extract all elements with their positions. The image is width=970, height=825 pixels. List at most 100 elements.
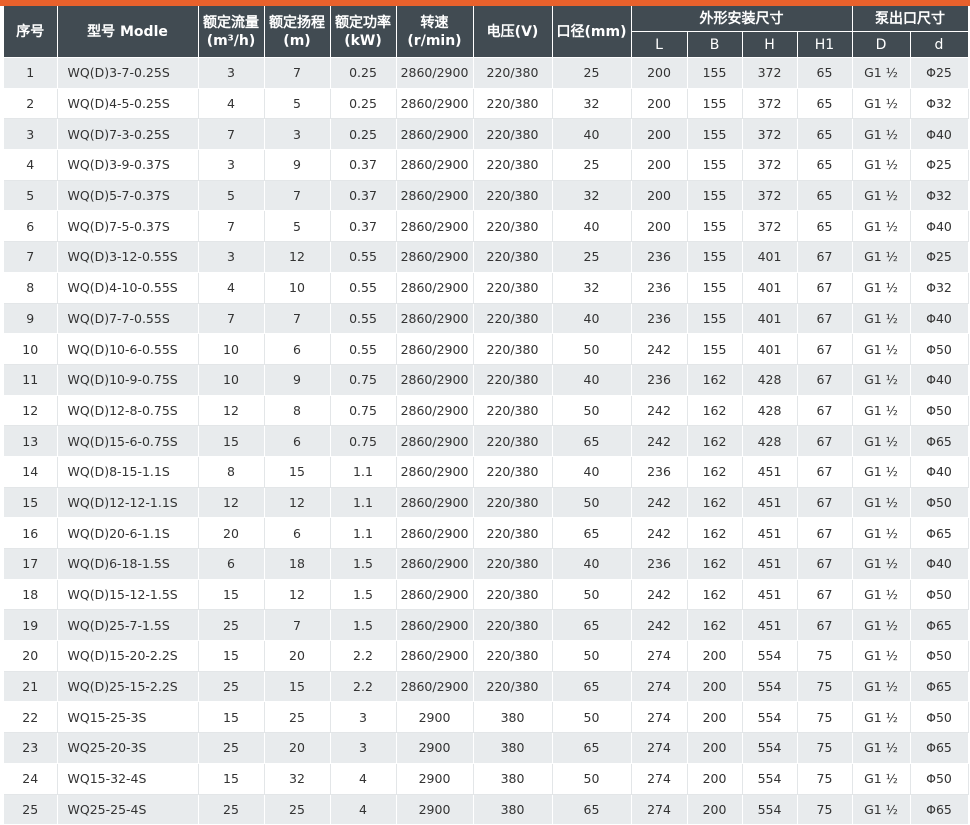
header-speed: 转速 (r/min) xyxy=(396,6,474,58)
cell-model: WQ(D)3-9-0.37S xyxy=(57,149,199,181)
table-row: 24 WQ15-32-4S 15 32 4 2900 380 50 274 200 554 75 G1 … xyxy=(4,763,969,795)
cell-d: Φ40 xyxy=(910,364,969,396)
cell-d: Φ32 xyxy=(910,272,969,304)
table-row: 9 WQ(D)7-7-0.55S 7 7 0.55 2860/2900 220/380 40 2… xyxy=(4,303,969,335)
cell-head: 7 xyxy=(264,303,331,335)
table-row: 4 WQ(D)3-9-0.37S 3 9 0.37 2860/2900 220/380 25 2… xyxy=(4,149,969,181)
cell-index: 16 xyxy=(4,517,58,549)
cell-H1: 65 xyxy=(797,57,853,89)
cell-D: G1 ½ xyxy=(852,303,911,335)
cell-speed: 2860/2900 xyxy=(396,149,474,181)
cell-flow: 3 xyxy=(198,149,265,181)
cell-B: 162 xyxy=(687,548,743,580)
cell-flow: 25 xyxy=(198,794,265,825)
cell-H: 451 xyxy=(742,517,798,549)
cell-speed: 2860/2900 xyxy=(396,272,474,304)
cell-power: 0.55 xyxy=(330,303,397,335)
cell-voltage: 220/380 xyxy=(473,149,553,181)
header-flow-label: 额定流量 xyxy=(203,14,259,31)
cell-power: 4 xyxy=(330,763,397,795)
cell-d: Φ32 xyxy=(910,88,969,120)
cell-speed: 2860/2900 xyxy=(396,548,474,580)
cell-index: 18 xyxy=(4,579,58,611)
cell-voltage: 380 xyxy=(473,763,553,795)
cell-caliber: 50 xyxy=(552,763,632,795)
cell-index: 1 xyxy=(4,57,58,89)
cell-head: 7 xyxy=(264,609,331,642)
cell-L: 242 xyxy=(631,395,688,427)
header-B: B xyxy=(687,31,743,58)
cell-power: 0.75 xyxy=(330,395,397,427)
cell-voltage: 220/380 xyxy=(473,88,553,120)
cell-d: Φ50 xyxy=(910,763,969,795)
cell-head: 15 xyxy=(264,456,331,488)
cell-speed: 2860/2900 xyxy=(396,671,474,703)
header-head: 额定扬程 (m) xyxy=(264,6,331,58)
cell-voltage: 220/380 xyxy=(473,425,553,457)
table-row: 18 WQ(D)15-12-1.5S 15 12 1.5 2860/2900 220/380… xyxy=(4,579,969,611)
cell-power: 0.75 xyxy=(330,425,397,457)
cell-caliber: 25 xyxy=(552,241,632,273)
cell-model: WQ(D)4-10-0.55S xyxy=(57,272,199,304)
table-row: 23 WQ25-20-3S 25 20 3 2900 380 65 274 200 554 75 G1 … xyxy=(4,732,969,764)
cell-flow: 8 xyxy=(198,456,265,488)
cell-D: G1 ½ xyxy=(852,548,911,580)
cell-H: 554 xyxy=(742,640,798,672)
table-row: 20 WQ(D)15-20-2.2S 15 20 2.2 2860/2900 220/380… xyxy=(4,640,969,672)
cell-H1: 67 xyxy=(797,579,853,611)
cell-flow: 10 xyxy=(198,333,265,365)
cell-d: Φ25 xyxy=(910,241,969,273)
cell-speed: 2860/2900 xyxy=(396,395,474,427)
cell-B: 155 xyxy=(687,88,743,120)
cell-head: 25 xyxy=(264,701,331,734)
cell-H: 451 xyxy=(742,548,798,580)
cell-D: G1 ½ xyxy=(852,487,911,519)
cell-index: 21 xyxy=(4,671,58,703)
cell-B: 162 xyxy=(687,517,743,549)
cell-H: 451 xyxy=(742,579,798,611)
cell-D: G1 ½ xyxy=(852,671,911,703)
cell-flow: 12 xyxy=(198,487,265,519)
header-caliber: 口径(mm) xyxy=(552,6,632,58)
cell-d: Φ40 xyxy=(910,548,969,580)
cell-flow: 4 xyxy=(198,88,265,120)
cell-H: 401 xyxy=(742,241,798,273)
cell-L: 236 xyxy=(631,456,688,488)
cell-caliber: 50 xyxy=(552,395,632,427)
cell-voltage: 220/380 xyxy=(473,180,553,212)
cell-flow: 3 xyxy=(198,241,265,273)
header-power: 额定功率 (kW) xyxy=(330,6,397,58)
header-power-unit: (kW) xyxy=(344,32,382,49)
cell-B: 162 xyxy=(687,425,743,457)
cell-power: 1.1 xyxy=(330,487,397,519)
cell-D: G1 ½ xyxy=(852,57,911,89)
cell-index: 8 xyxy=(4,272,58,304)
cell-L: 274 xyxy=(631,732,688,764)
cell-voltage: 380 xyxy=(473,794,553,825)
cell-power: 0.25 xyxy=(330,88,397,120)
cell-voltage: 220/380 xyxy=(473,487,553,519)
cell-L: 242 xyxy=(631,609,688,642)
table-row: 8 WQ(D)4-10-0.55S 4 10 0.55 2860/2900 220/380 3… xyxy=(4,272,969,304)
cell-head: 18 xyxy=(264,548,331,580)
header-D: D xyxy=(852,31,911,58)
header-speed-label: 转速 xyxy=(420,14,449,31)
cell-H1: 65 xyxy=(797,180,853,212)
cell-index: 5 xyxy=(4,180,58,212)
header-index: 序号 xyxy=(4,6,58,58)
cell-H: 428 xyxy=(742,425,798,457)
cell-voltage: 220/380 xyxy=(473,609,553,642)
cell-index: 10 xyxy=(4,333,58,365)
cell-D: G1 ½ xyxy=(852,118,911,151)
header-flow: 额定流量 (m³/h) xyxy=(198,6,265,58)
cell-speed: 2860/2900 xyxy=(396,517,474,549)
cell-H: 554 xyxy=(742,671,798,703)
cell-B: 200 xyxy=(687,701,743,734)
cell-speed: 2860/2900 xyxy=(396,241,474,273)
cell-head: 5 xyxy=(264,210,331,243)
cell-H: 451 xyxy=(742,609,798,642)
cell-voltage: 220/380 xyxy=(473,456,553,488)
cell-H1: 67 xyxy=(797,517,853,549)
cell-caliber: 65 xyxy=(552,732,632,764)
cell-H: 428 xyxy=(742,395,798,427)
